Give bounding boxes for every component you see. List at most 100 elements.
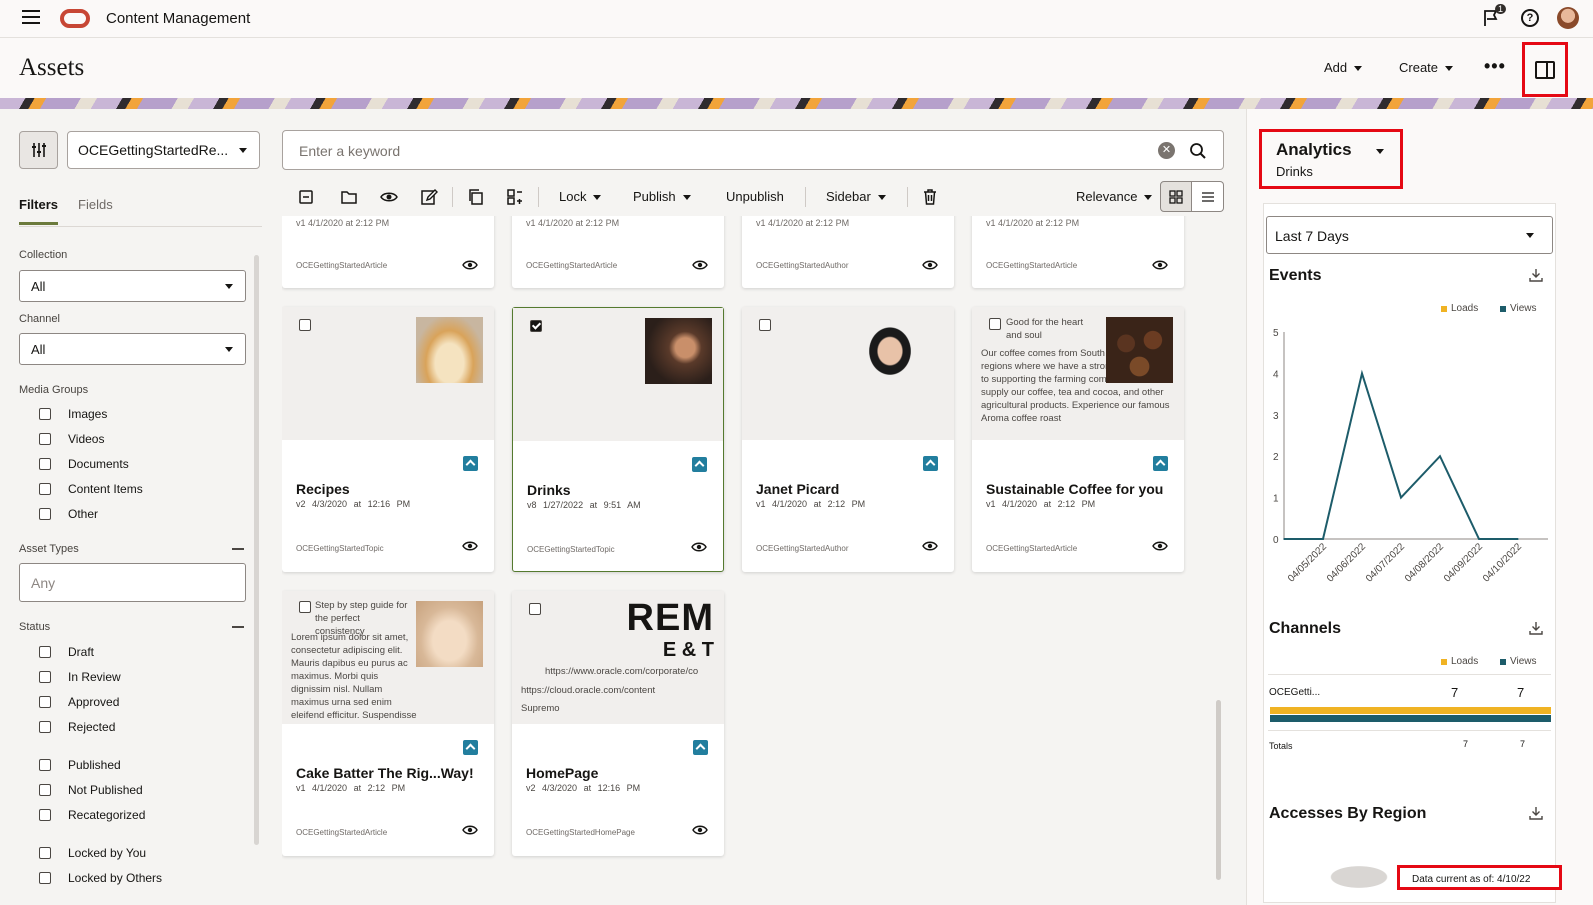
preview-eye-icon[interactable] [922, 259, 938, 271]
lock-menu-button[interactable]: Lock [559, 189, 602, 204]
preview-eye-icon[interactable] [1152, 540, 1168, 552]
status-locked-by-others[interactable]: Locked by Others [39, 871, 162, 885]
asset-card-partial[interactable]: v1 4/1/2020 at 2:12 PM OCEGettingStarted… [972, 216, 1184, 288]
more-actions-icon[interactable]: ••• [1484, 56, 1506, 77]
preview-eye-icon[interactable] [692, 259, 708, 271]
add-menu-button[interactable]: Add [1324, 60, 1363, 75]
download-icon[interactable] [1529, 621, 1543, 635]
help-icon[interactable]: ? [1521, 9, 1539, 27]
checkbox[interactable] [39, 433, 51, 445]
create-menu-button[interactable]: Create [1399, 60, 1454, 75]
asset-types-input[interactable]: Any [19, 563, 246, 602]
checkbox[interactable] [39, 872, 51, 884]
edit-icon[interactable] [420, 188, 438, 206]
notifications-flag-icon[interactable]: 1 [1481, 4, 1506, 29]
tab-filters[interactable]: Filters [19, 197, 59, 225]
analytics-panel-selector[interactable]: Analytics Drinks [1259, 129, 1403, 189]
asset-card-partial[interactable]: v1 4/1/2020 at 2:12 PM OCEGettingStarted… [282, 216, 494, 288]
status-draft[interactable]: Draft [39, 645, 94, 659]
filter-toggle-button[interactable] [19, 131, 58, 169]
collection-icon[interactable] [506, 188, 524, 206]
asset-card-sustainable-coffee[interactable]: Good for the heart and soul Our coffee c… [972, 307, 1184, 572]
grid-view-button[interactable] [1160, 181, 1192, 212]
preview-eye-icon[interactable] [462, 259, 478, 271]
preview-eye-icon[interactable] [1152, 259, 1168, 271]
status-not-published[interactable]: Not Published [39, 783, 143, 797]
download-icon[interactable] [1529, 268, 1543, 282]
copy-icon[interactable] [467, 188, 485, 206]
sidebar-menu-button[interactable]: Sidebar [826, 189, 886, 204]
asset-checkbox[interactable] [299, 319, 311, 331]
checkbox[interactable] [39, 721, 51, 733]
collapse-asset-types-icon[interactable] [232, 548, 244, 550]
asset-checkbox[interactable] [529, 603, 541, 615]
asset-card-janet-picard[interactable]: Janet Picard v1 4/1/2020 at 2:12 PM OCEG… [742, 307, 954, 572]
preview-eye-icon[interactable] [922, 540, 938, 552]
asset-checkbox[interactable] [530, 320, 542, 332]
list-view-button[interactable] [1192, 181, 1224, 212]
preview-eye-icon[interactable] [462, 540, 478, 552]
expand-card-icon[interactable] [923, 456, 938, 471]
expand-card-icon[interactable] [693, 740, 708, 755]
media-group-images[interactable]: Images [39, 407, 107, 421]
asset-checkbox[interactable] [299, 601, 311, 613]
asset-card-cake-batter[interactable]: Step by step guide for the perfect consi… [282, 591, 494, 856]
checkbox[interactable] [39, 408, 51, 420]
delete-icon[interactable] [921, 188, 939, 206]
publish-menu-button[interactable]: Publish [633, 189, 691, 204]
asset-card-homepage[interactable]: REM E & T https://www.oracle.com/corpora… [512, 591, 724, 856]
open-folder-icon[interactable] [340, 188, 358, 206]
collection-select[interactable]: All [19, 270, 246, 302]
select-all-icon[interactable] [297, 188, 315, 206]
media-group-other[interactable]: Other [39, 507, 98, 521]
search-icon[interactable] [1189, 142, 1207, 160]
sort-menu-button[interactable]: Relevance [1076, 189, 1153, 204]
hamburger-menu-icon[interactable] [22, 10, 40, 26]
status-approved[interactable]: Approved [39, 695, 119, 709]
status-in-review[interactable]: In Review [39, 670, 121, 684]
media-group-videos[interactable]: Videos [39, 432, 104, 446]
user-avatar[interactable] [1557, 7, 1579, 29]
status-recategorized[interactable]: Recategorized [39, 808, 145, 822]
download-icon[interactable] [1529, 806, 1543, 820]
view-icon[interactable] [380, 188, 398, 206]
status-locked-by-you[interactable]: Locked by You [39, 846, 146, 860]
keyword-search-input[interactable]: Enter a keyword ✕ [282, 130, 1224, 170]
checkbox[interactable] [39, 646, 51, 658]
media-group-content-items[interactable]: Content Items [39, 482, 143, 496]
collapse-status-icon[interactable] [232, 626, 244, 628]
oracle-logo[interactable] [60, 9, 90, 28]
expand-card-icon[interactable] [692, 457, 707, 472]
checkbox[interactable] [39, 696, 51, 708]
checkbox[interactable] [39, 759, 51, 771]
preview-eye-icon[interactable] [462, 824, 478, 836]
asset-card-partial[interactable]: v1 4/1/2020 at 2:12 PM OCEGettingStarted… [742, 216, 954, 288]
media-group-documents[interactable]: Documents [39, 457, 129, 471]
toggle-sidebar-panel-button[interactable] [1522, 42, 1568, 97]
checkbox[interactable] [39, 847, 51, 859]
checkbox[interactable] [39, 483, 51, 495]
preview-eye-icon[interactable] [692, 824, 708, 836]
date-range-select[interactable]: Last 7 Days [1266, 216, 1553, 254]
checkbox[interactable] [39, 809, 51, 821]
tab-fields[interactable]: Fields [78, 197, 113, 225]
filter-scrollbar[interactable] [254, 255, 259, 845]
grid-scrollbar[interactable] [1216, 700, 1221, 880]
expand-card-icon[interactable] [463, 740, 478, 755]
asset-checkbox[interactable] [989, 318, 1001, 330]
unpublish-button[interactable]: Unpublish [726, 189, 784, 204]
checkbox[interactable] [39, 784, 51, 796]
repository-select[interactable]: OCEGettingStartedRe... [67, 131, 260, 169]
checkbox[interactable] [39, 671, 51, 683]
channel-select[interactable]: All [19, 333, 246, 365]
expand-card-icon[interactable] [463, 456, 478, 471]
expand-card-icon[interactable] [1153, 456, 1168, 471]
asset-card-partial[interactable]: v1 4/1/2020 at 2:12 PM OCEGettingStarted… [512, 216, 724, 288]
asset-checkbox[interactable] [759, 319, 771, 331]
asset-card-drinks[interactable]: Drinks v8 1/27/2022 at 9:51 AM OCEGettin… [512, 307, 724, 572]
checkbox[interactable] [39, 458, 51, 470]
status-published[interactable]: Published [39, 758, 121, 772]
asset-card-recipes[interactable]: Recipes v2 4/3/2020 at 12:16 PM OCEGetti… [282, 307, 494, 572]
checkbox[interactable] [39, 508, 51, 520]
preview-eye-icon[interactable] [691, 541, 707, 553]
